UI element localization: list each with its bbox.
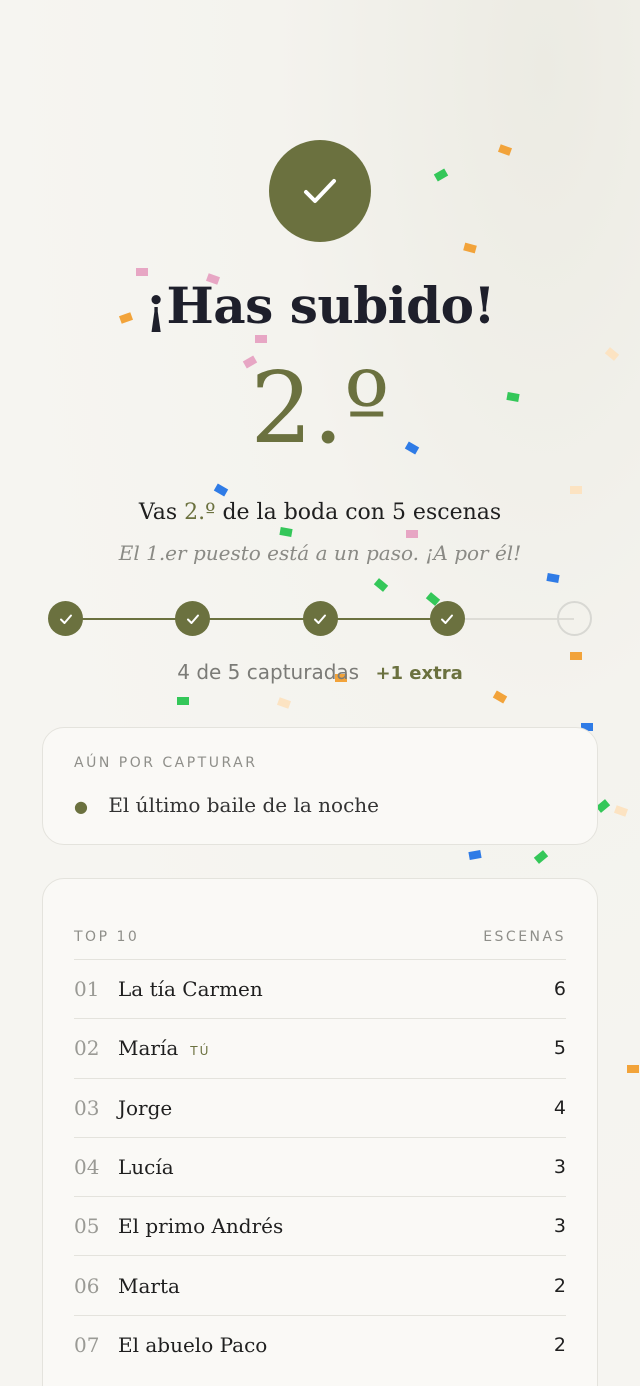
row-scenes: 2: [553, 1333, 566, 1356]
leaderboard-row: 04 Lucía 3: [74, 1136, 566, 1196]
pending-item-text: El último baile de la noche: [108, 793, 379, 817]
confetti-piece: [613, 805, 629, 817]
step-done: [175, 601, 211, 636]
page-title: ¡Has subido!: [145, 276, 495, 335]
pending-item: ● El último baile de la noche: [74, 793, 379, 817]
bullet-dot-icon: ●: [74, 797, 88, 816]
row-scenes: 5: [553, 1037, 566, 1060]
row-name: Marta: [118, 1273, 180, 1298]
capture-progress: [48, 601, 592, 637]
row-name: El abuelo Paco: [118, 1332, 268, 1357]
step-done: [48, 601, 83, 636]
pending-label: AÚN POR CAPTURAR: [74, 755, 258, 771]
current-rank: 2.º: [250, 352, 390, 466]
summary-suffix: de la boda con 5 escenas: [222, 500, 502, 525]
leaderboard-row: 05 El primo Andrés 3: [74, 1196, 566, 1255]
progress-connector: [192, 618, 320, 620]
confetti-piece: [468, 850, 482, 860]
leaderboard-header: TOP 10 ESCENAS: [74, 929, 566, 945]
row-name: El primo Andrés: [118, 1214, 284, 1239]
pending-card: AÚN POR CAPTURAR ● El último baile de la…: [42, 727, 598, 845]
confetti-piece: [213, 483, 229, 497]
motivation-text: El 1.er puesto está a un paso. ¡A por él…: [118, 541, 522, 565]
step-pending: [557, 601, 592, 636]
confetti-piece: [497, 144, 513, 156]
confetti-piece: [177, 697, 189, 705]
leaderboard-row: 07 El abuelo Paco 2: [74, 1314, 566, 1374]
row-position: 03: [74, 1095, 100, 1120]
confetti-piece: [546, 573, 560, 583]
leaderboard-row: 02 María TÚ 5: [74, 1018, 566, 1077]
row-name: Jorge: [118, 1095, 173, 1120]
row-scenes: 2: [553, 1274, 566, 1297]
capture-count: 4 de 5 capturadas +1 extra: [0, 660, 640, 684]
row-position: 05: [74, 1214, 100, 1239]
leaderboard-row: 01 La tía Carmen 6: [74, 959, 566, 1018]
confetti-piece: [627, 1065, 639, 1073]
rank-summary: Vas 2.º de la boda con 5 escenas: [0, 500, 640, 525]
confetti-piece: [604, 347, 620, 361]
confetti-piece: [433, 168, 449, 182]
row-position: 02: [74, 1036, 100, 1061]
you-badge: TÚ: [190, 1044, 211, 1059]
summary-rank: 2.º: [184, 500, 216, 525]
row-name: Lucía: [118, 1155, 174, 1180]
row-scenes: 3: [553, 1156, 566, 1179]
step-done: [429, 601, 465, 636]
leaderboard-column-label: ESCENAS: [483, 929, 566, 945]
extra-badge: +1 extra: [375, 663, 463, 684]
progress-connector: [65, 618, 193, 620]
confetti-piece: [492, 690, 508, 704]
step-done: [302, 601, 338, 636]
confetti-piece: [279, 527, 293, 537]
check-icon: [59, 614, 72, 624]
summary-prefix: Vas: [138, 500, 178, 525]
confetti-piece: [136, 268, 148, 276]
row-position: 07: [74, 1332, 100, 1357]
confetti-piece: [255, 335, 267, 343]
confetti-piece: [570, 652, 582, 660]
leaderboard-card: TOP 10 ESCENAS 01 La tía Carmen 6 02 María TÚ…: [42, 878, 598, 1386]
leaderboard-row: 06 Marta 2: [74, 1255, 566, 1314]
confetti-piece: [276, 697, 292, 709]
row-position: 06: [74, 1273, 100, 1298]
success-badge: [269, 140, 371, 242]
row-position: 01: [74, 977, 100, 1002]
confetti-piece: [533, 850, 549, 864]
check-icon: [441, 614, 454, 624]
check-icon: [186, 614, 199, 624]
confetti-piece: [570, 486, 582, 494]
row-scenes: 4: [553, 1096, 566, 1119]
leaderboard-rows: 01 La tía Carmen 6 02 María TÚ 5 03 Jorge 4 04 Lucí…: [74, 959, 566, 1374]
confetti-piece: [463, 242, 477, 254]
check-icon: [314, 614, 326, 624]
row-name: La tía Carmen: [118, 977, 263, 1002]
leaderboard-row: 03 Jorge 4: [74, 1077, 566, 1137]
progress-connector: [319, 618, 447, 620]
check-icon: [304, 179, 336, 203]
capture-count-label: 4 de 5 capturadas: [177, 660, 360, 684]
confetti-piece: [406, 530, 418, 538]
progress-connector: [446, 618, 574, 620]
leaderboard-title: TOP 10: [74, 929, 140, 945]
row-scenes: 6: [553, 978, 566, 1001]
row-position: 04: [74, 1155, 100, 1180]
row-name: María TÚ: [118, 1036, 211, 1061]
confetti-piece: [373, 578, 389, 592]
row-scenes: 3: [553, 1215, 566, 1238]
